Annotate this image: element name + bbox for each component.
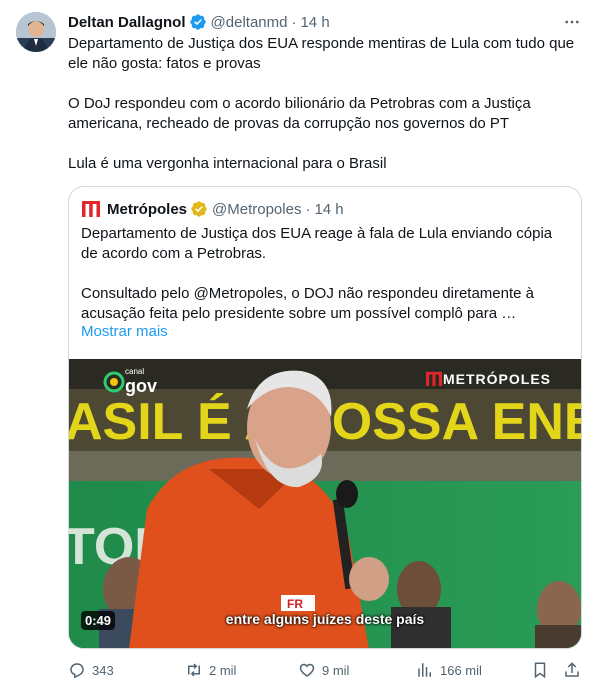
verified-icon: [189, 13, 207, 31]
quote-author-name[interactable]: Metrópoles: [107, 201, 187, 218]
bookmark-icon: [534, 662, 546, 679]
metropoles-watermark-text: METRÓPOLES: [443, 371, 552, 387]
video-frame: ASIL É A NOSSA ENE TON FR: [69, 359, 581, 648]
metropoles-logo-icon: [81, 200, 101, 218]
quote-paragraph: Departamento de Justiça dos EUA reage à …: [81, 225, 553, 262]
reply-count: 343: [92, 662, 114, 678]
tweet-paragraph: Lula é uma vergonha internacional para o…: [68, 155, 387, 172]
canal-gov-logo: canal gov: [103, 367, 157, 397]
views-chart-icon: [418, 663, 431, 677]
action-bar: 343 2 mil 9 mil 166 mil: [68, 658, 584, 682]
metropoles-watermark-icon: [426, 371, 442, 387]
tweet-time[interactable]: 14 h: [300, 14, 329, 31]
more-options-icon[interactable]: [558, 10, 586, 34]
heart-icon: [299, 663, 315, 677]
quote-paragraph: Consultado pelo @Metropoles, o DOJ não r…: [81, 285, 534, 322]
video-subtitle: entre alguns juízes deste país: [225, 611, 425, 627]
tweet-text: Departamento de Justiça dos EUA responde…: [68, 34, 583, 174]
bookmark-button[interactable]: [531, 658, 555, 682]
tweet-paragraph: O DoJ respondeu com o acordo bilionário …: [68, 95, 531, 132]
reply-icon: [70, 663, 84, 679]
tweet-paragraph: Departamento de Justiça dos EUA responde…: [68, 35, 575, 72]
canal-gov-icon: [103, 371, 125, 393]
reply-button[interactable]: 343: [68, 658, 114, 682]
quoted-tweet[interactable]: Metrópoles @Metropoles · 14 h Departamen…: [68, 186, 582, 649]
author-name[interactable]: Deltan Dallagnol: [68, 14, 186, 31]
video-duration: 0:49: [81, 611, 116, 630]
avatar[interactable]: [16, 12, 56, 52]
separator: ·: [291, 13, 297, 31]
tweet-header: Deltan Dallagnol @deltanmd · 14 h: [68, 12, 330, 32]
retweet-count: 2 mil: [209, 662, 237, 678]
canal-gov-small-text: canal: [125, 367, 145, 376]
quote-text: Departamento de Justiça dos EUA reage à …: [81, 224, 571, 324]
quote-header: Metrópoles @Metropoles · 14 h: [81, 199, 344, 219]
quote-time[interactable]: 14 h: [314, 201, 343, 218]
quote-author-handle[interactable]: @Metropoles: [212, 201, 301, 218]
like-button[interactable]: 9 mil: [298, 658, 349, 682]
show-more-link[interactable]: Mostrar mais: [81, 323, 168, 340]
views-button[interactable]: 166 mil: [416, 658, 482, 682]
views-count: 166 mil: [440, 662, 482, 678]
share-icon: [565, 662, 579, 677]
video-player[interactable]: ASIL É A NOSSA ENE TON FR: [69, 359, 581, 648]
badge-text: FR: [287, 597, 303, 611]
separator: ·: [305, 200, 311, 218]
author-handle[interactable]: @deltanmd: [211, 14, 288, 31]
like-count: 9 mil: [322, 662, 350, 678]
share-button[interactable]: [563, 658, 587, 682]
retweet-icon: [188, 663, 200, 677]
metropoles-watermark: METRÓPOLES: [425, 371, 551, 387]
verified-gold-icon: [190, 200, 208, 218]
canal-gov-text: gov: [125, 376, 158, 396]
retweet-button[interactable]: 2 mil: [185, 658, 236, 682]
